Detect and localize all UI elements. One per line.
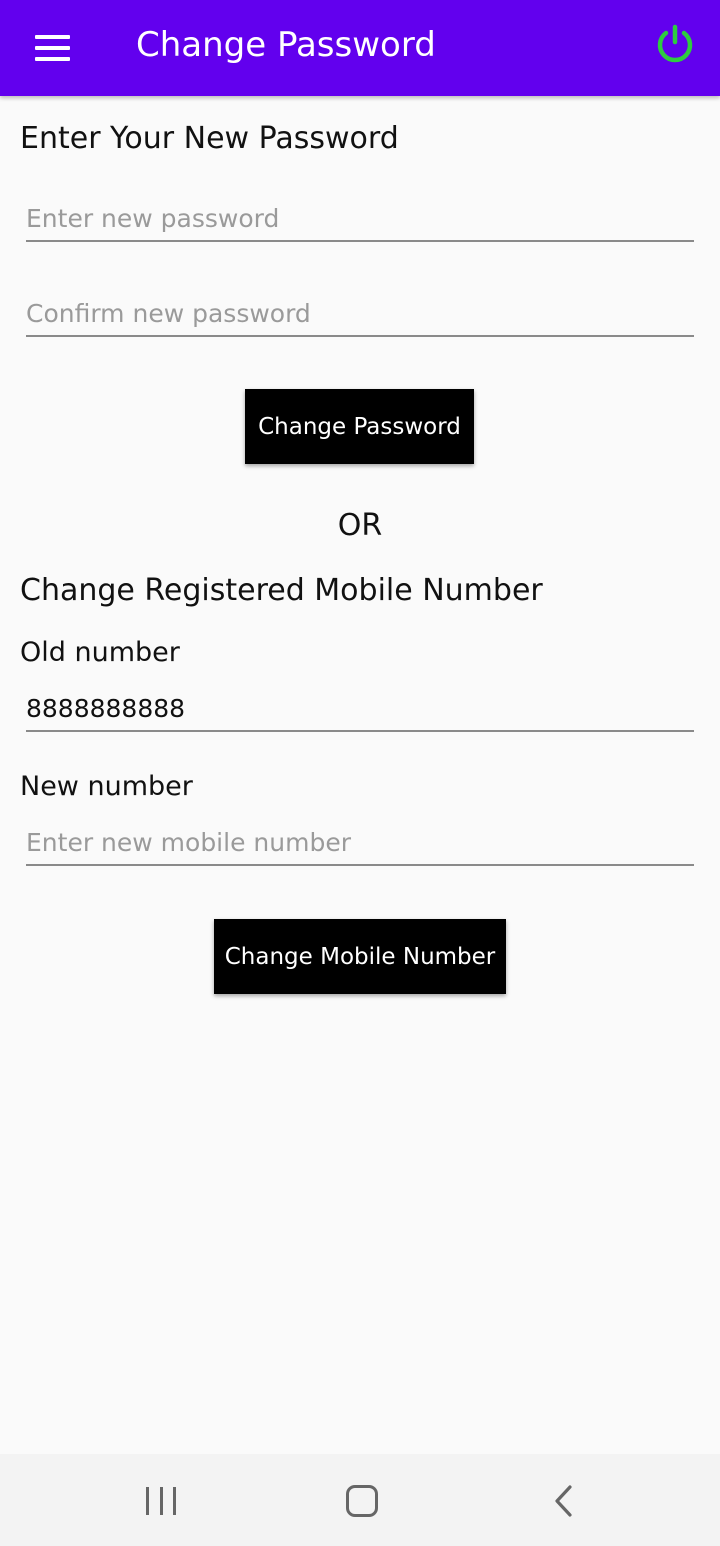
back-icon[interactable] [552,1484,576,1518]
old-number-input[interactable] [26,686,694,730]
new-password-field[interactable] [26,196,694,242]
system-nav-bar [0,1454,720,1546]
or-separator: OR [337,508,383,543]
old-number-label: Old number [20,637,180,668]
new-number-input[interactable] [26,820,694,864]
page-title: Change Password [136,25,436,65]
new-number-label: New number [20,771,193,802]
home-icon[interactable] [346,1485,378,1517]
confirm-password-input[interactable] [26,291,694,335]
old-number-field[interactable] [26,686,694,732]
change-mobile-number-button[interactable]: Change Mobile Number [214,919,506,994]
confirm-password-field[interactable] [26,291,694,337]
new-password-input[interactable] [26,196,694,240]
app-bar: Change Password [0,0,720,96]
change-password-button[interactable]: Change Password [245,389,474,464]
recent-apps-icon[interactable] [146,1487,176,1515]
password-section-heading: Enter Your New Password [20,121,399,156]
hamburger-menu-icon[interactable] [28,24,76,72]
power-icon[interactable] [652,22,698,68]
mobile-section-heading: Change Registered Mobile Number [20,573,543,608]
new-number-field[interactable] [26,820,694,866]
